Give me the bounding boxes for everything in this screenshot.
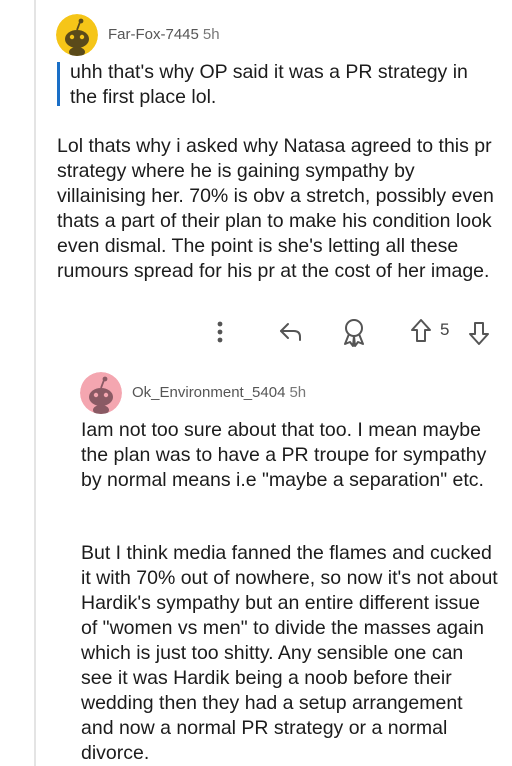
- comment-author[interactable]: Ok_Environment_5404 5h: [132, 384, 306, 401]
- comment-body-paragraph: But I think media fanned the flames and …: [81, 542, 498, 764]
- reply-arrow-icon: [280, 323, 301, 341]
- snoo-avatar-icon: [80, 372, 122, 414]
- upvote-button[interactable]: [408, 316, 434, 346]
- user-avatar[interactable]: [56, 14, 98, 56]
- snoo-avatar-icon: [56, 14, 98, 56]
- award-button[interactable]: [338, 316, 370, 348]
- user-avatar[interactable]: [80, 372, 122, 414]
- username[interactable]: Ok_Environment_5404: [132, 384, 285, 401]
- quoted-text: uhh that's why OP said it was a PR strat…: [70, 61, 468, 108]
- comment-author[interactable]: Far-Fox-7445 5h: [108, 26, 220, 43]
- quote-bar: [57, 62, 60, 106]
- thread-line: [34, 0, 36, 766]
- award-icon: [344, 319, 364, 347]
- username[interactable]: Far-Fox-7445: [108, 26, 199, 43]
- comment-body: Lol thats why i asked why Natasa agreed …: [57, 135, 494, 282]
- downvote-button[interactable]: [466, 318, 492, 348]
- comment-body-paragraph: Iam not too sure about that too. I mean …: [81, 419, 487, 491]
- timestamp: 5h: [202, 26, 220, 43]
- more-options-button[interactable]: [210, 318, 230, 346]
- vote-count: 5: [440, 320, 450, 339]
- timestamp: 5h: [289, 384, 307, 401]
- more-vertical-icon: [217, 321, 223, 343]
- downvote-arrow-icon: [469, 322, 489, 345]
- upvote-arrow-icon: [411, 319, 431, 342]
- reply-button[interactable]: [276, 318, 306, 346]
